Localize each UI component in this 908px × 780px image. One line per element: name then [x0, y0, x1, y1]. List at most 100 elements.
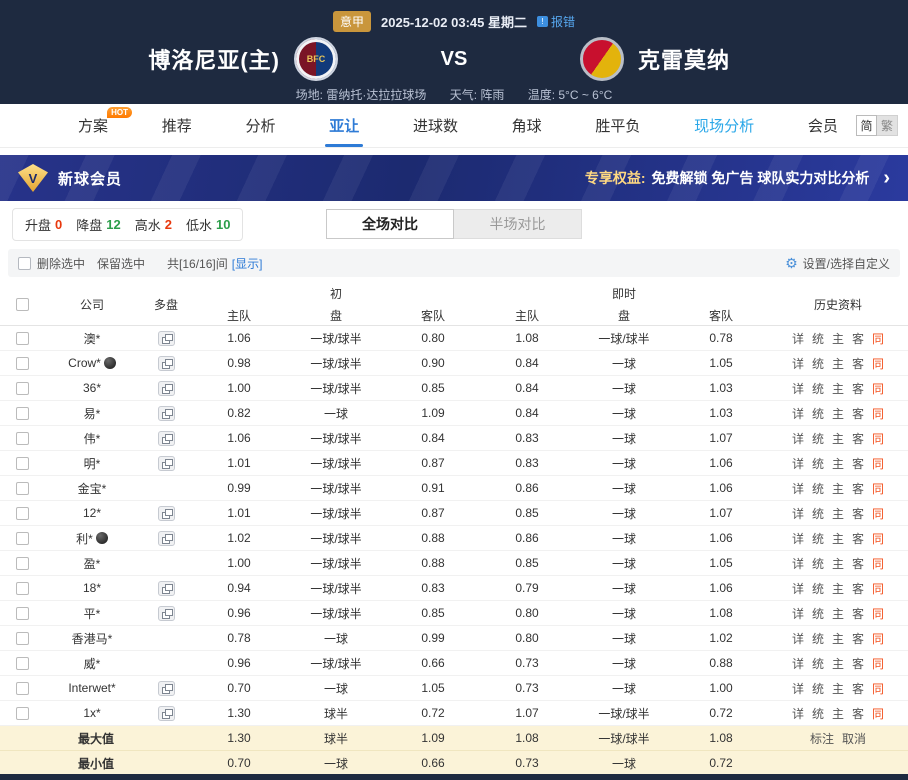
multi-odds-icon[interactable] [158, 431, 175, 446]
multi-odds-icon[interactable] [158, 356, 175, 371]
history-link-1[interactable]: 统 [812, 705, 824, 722]
row-checkbox[interactable] [16, 607, 29, 620]
history-link-2[interactable]: 主 [832, 455, 844, 472]
row-checkbox[interactable] [16, 357, 29, 370]
nav-tab-3[interactable]: 亚让 [329, 104, 359, 147]
company-name[interactable]: 易* [84, 405, 101, 422]
history-link-3[interactable]: 客 [852, 480, 864, 497]
history-link-3[interactable]: 客 [852, 555, 864, 572]
row-checkbox[interactable] [16, 557, 29, 570]
nav-tab-7[interactable]: 现场分析 [694, 104, 754, 147]
history-link-0[interactable]: 详 [792, 355, 804, 372]
company-name[interactable]: Crow* [68, 356, 101, 370]
company-name[interactable]: 36* [83, 381, 101, 395]
multi-odds-icon[interactable] [158, 681, 175, 696]
history-link-4[interactable]: 同 [872, 580, 884, 597]
history-link-3[interactable]: 客 [852, 680, 864, 697]
history-link-3[interactable]: 客 [852, 705, 864, 722]
history-link-2[interactable]: 主 [832, 505, 844, 522]
nav-tab-8[interactable]: 会员 [808, 104, 838, 147]
delete-selected-button[interactable]: 删除选中 [37, 255, 85, 272]
history-link-4[interactable]: 同 [872, 455, 884, 472]
nav-tab-5[interactable]: 角球 [512, 104, 542, 147]
history-link-2[interactable]: 主 [832, 655, 844, 672]
history-link-4[interactable]: 同 [872, 530, 884, 547]
history-link-1[interactable]: 统 [812, 580, 824, 597]
history-link-4[interactable]: 同 [872, 505, 884, 522]
multi-odds-icon[interactable] [158, 406, 175, 421]
history-link-4[interactable]: 同 [872, 680, 884, 697]
select-checkbox-icon[interactable] [18, 257, 31, 270]
history-link-1[interactable]: 统 [812, 330, 824, 347]
history-link-2[interactable]: 主 [832, 630, 844, 647]
settings-button[interactable]: ⚙ 设置/选择自定义 [785, 255, 890, 272]
history-link-3[interactable]: 客 [852, 655, 864, 672]
row-checkbox[interactable] [16, 382, 29, 395]
multi-odds-icon[interactable] [158, 456, 175, 471]
history-link-3[interactable]: 客 [852, 430, 864, 447]
tab-half-match[interactable]: 半场对比 [454, 209, 582, 239]
history-link-0[interactable]: 详 [792, 455, 804, 472]
row-checkbox[interactable] [16, 682, 29, 695]
history-link-4[interactable]: 同 [872, 480, 884, 497]
company-name[interactable]: 金宝* [78, 480, 107, 497]
row-checkbox[interactable] [16, 582, 29, 595]
history-link-4[interactable]: 同 [872, 355, 884, 372]
history-link-3[interactable]: 客 [852, 630, 864, 647]
history-link-4[interactable]: 同 [872, 405, 884, 422]
history-link-0[interactable]: 详 [792, 705, 804, 722]
history-link-3[interactable]: 客 [852, 405, 864, 422]
nav-tab-4[interactable]: 进球数 [413, 104, 458, 147]
summary-action-1[interactable]: 取消 [842, 730, 866, 747]
row-checkbox[interactable] [16, 457, 29, 470]
row-checkbox[interactable] [16, 332, 29, 345]
history-link-0[interactable]: 详 [792, 480, 804, 497]
company-name[interactable]: 12* [83, 506, 101, 520]
history-link-0[interactable]: 详 [792, 580, 804, 597]
history-link-1[interactable]: 统 [812, 655, 824, 672]
history-link-1[interactable]: 统 [812, 605, 824, 622]
row-checkbox[interactable] [16, 657, 29, 670]
company-name[interactable]: 平* [84, 605, 101, 622]
history-link-3[interactable]: 客 [852, 530, 864, 547]
company-name[interactable]: 澳* [84, 330, 101, 347]
show-link[interactable]: [显示] [232, 255, 263, 272]
row-checkbox[interactable] [16, 707, 29, 720]
history-link-1[interactable]: 统 [812, 480, 824, 497]
history-link-0[interactable]: 详 [792, 430, 804, 447]
history-link-2[interactable]: 主 [832, 380, 844, 397]
row-checkbox[interactable] [16, 507, 29, 520]
chevron-right-icon[interactable]: › [883, 167, 890, 190]
history-link-0[interactable]: 详 [792, 605, 804, 622]
history-link-4[interactable]: 同 [872, 430, 884, 447]
company-name[interactable]: 伟* [84, 430, 101, 447]
row-checkbox[interactable] [16, 632, 29, 645]
nav-tab-1[interactable]: 推荐 [162, 104, 192, 147]
summary-action-0[interactable]: 标注 [810, 730, 834, 747]
history-link-3[interactable]: 客 [852, 580, 864, 597]
history-link-1[interactable]: 统 [812, 455, 824, 472]
multi-odds-icon[interactable] [158, 331, 175, 346]
history-link-2[interactable]: 主 [832, 605, 844, 622]
history-link-1[interactable]: 统 [812, 630, 824, 647]
company-name[interactable]: 明* [84, 455, 101, 472]
history-link-2[interactable]: 主 [832, 580, 844, 597]
company-name[interactable]: 18* [83, 581, 101, 595]
row-checkbox[interactable] [16, 432, 29, 445]
history-link-3[interactable]: 客 [852, 455, 864, 472]
multi-odds-icon[interactable] [158, 581, 175, 596]
tab-full-match[interactable]: 全场对比 [326, 209, 454, 239]
lang-traditional-button[interactable]: 繁 [877, 115, 898, 136]
multi-odds-icon[interactable] [158, 706, 175, 721]
history-link-0[interactable]: 详 [792, 680, 804, 697]
history-link-2[interactable]: 主 [832, 680, 844, 697]
history-link-0[interactable]: 详 [792, 555, 804, 572]
history-link-3[interactable]: 客 [852, 330, 864, 347]
history-link-3[interactable]: 客 [852, 355, 864, 372]
history-link-0[interactable]: 详 [792, 380, 804, 397]
row-checkbox[interactable] [16, 407, 29, 420]
history-link-4[interactable]: 同 [872, 330, 884, 347]
row-checkbox[interactable] [16, 532, 29, 545]
row-checkbox[interactable] [16, 482, 29, 495]
keep-selected-button[interactable]: 保留选中 [97, 255, 145, 272]
